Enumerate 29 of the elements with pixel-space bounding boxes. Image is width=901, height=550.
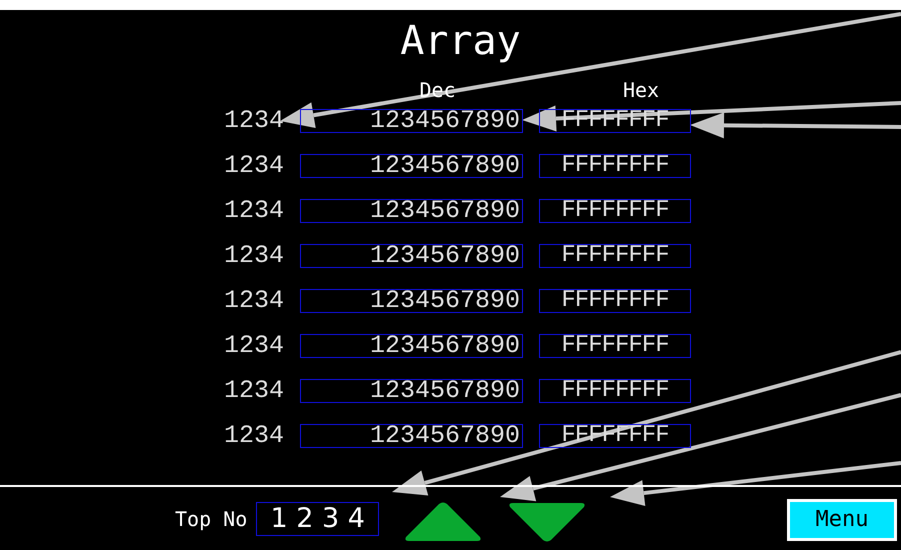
scroll-up-button[interactable] bbox=[404, 502, 482, 542]
row-index: 1234 bbox=[224, 379, 284, 403]
dec-value-field: 1234567890 bbox=[300, 109, 523, 133]
row-index: 1234 bbox=[224, 334, 284, 358]
row-index: 1234 bbox=[224, 424, 284, 448]
row-index: 1234 bbox=[224, 199, 284, 223]
hex-value-field: FFFFFFFF bbox=[539, 379, 691, 403]
screen-title: Array bbox=[400, 18, 521, 64]
scroll-down-button[interactable] bbox=[508, 502, 586, 542]
top-no-field[interactable]: 1 2 3 4 bbox=[256, 502, 380, 536]
dec-value-field: 1234567890 bbox=[300, 334, 523, 358]
top-no-label: Top No bbox=[175, 506, 248, 530]
dec-value-field: 1234567890 bbox=[300, 199, 523, 223]
dec-value-field: 1234567890 bbox=[300, 154, 523, 178]
dec-value-field: 1234567890 bbox=[300, 379, 523, 403]
dec-value-field: 1234567890 bbox=[300, 244, 523, 268]
hex-value-field: FFFFFFFF bbox=[539, 154, 691, 178]
row-index: 1234 bbox=[224, 289, 284, 313]
menu-button[interactable]: Menu bbox=[787, 498, 897, 540]
row-index: 1234 bbox=[224, 154, 284, 178]
hex-value-field: FFFFFFFF bbox=[539, 199, 691, 223]
hex-value-field: FFFFFFFF bbox=[539, 244, 691, 268]
row-index: 1234 bbox=[224, 244, 284, 268]
dec-value-field: 1234567890 bbox=[300, 424, 523, 448]
hex-value-field: FFFFFFFF bbox=[539, 334, 691, 358]
column-header: Hex bbox=[622, 78, 660, 102]
hex-value-field: FFFFFFFF bbox=[539, 289, 691, 313]
row-index: 1234 bbox=[224, 109, 284, 133]
dec-value-field: 1234567890 bbox=[300, 289, 523, 313]
